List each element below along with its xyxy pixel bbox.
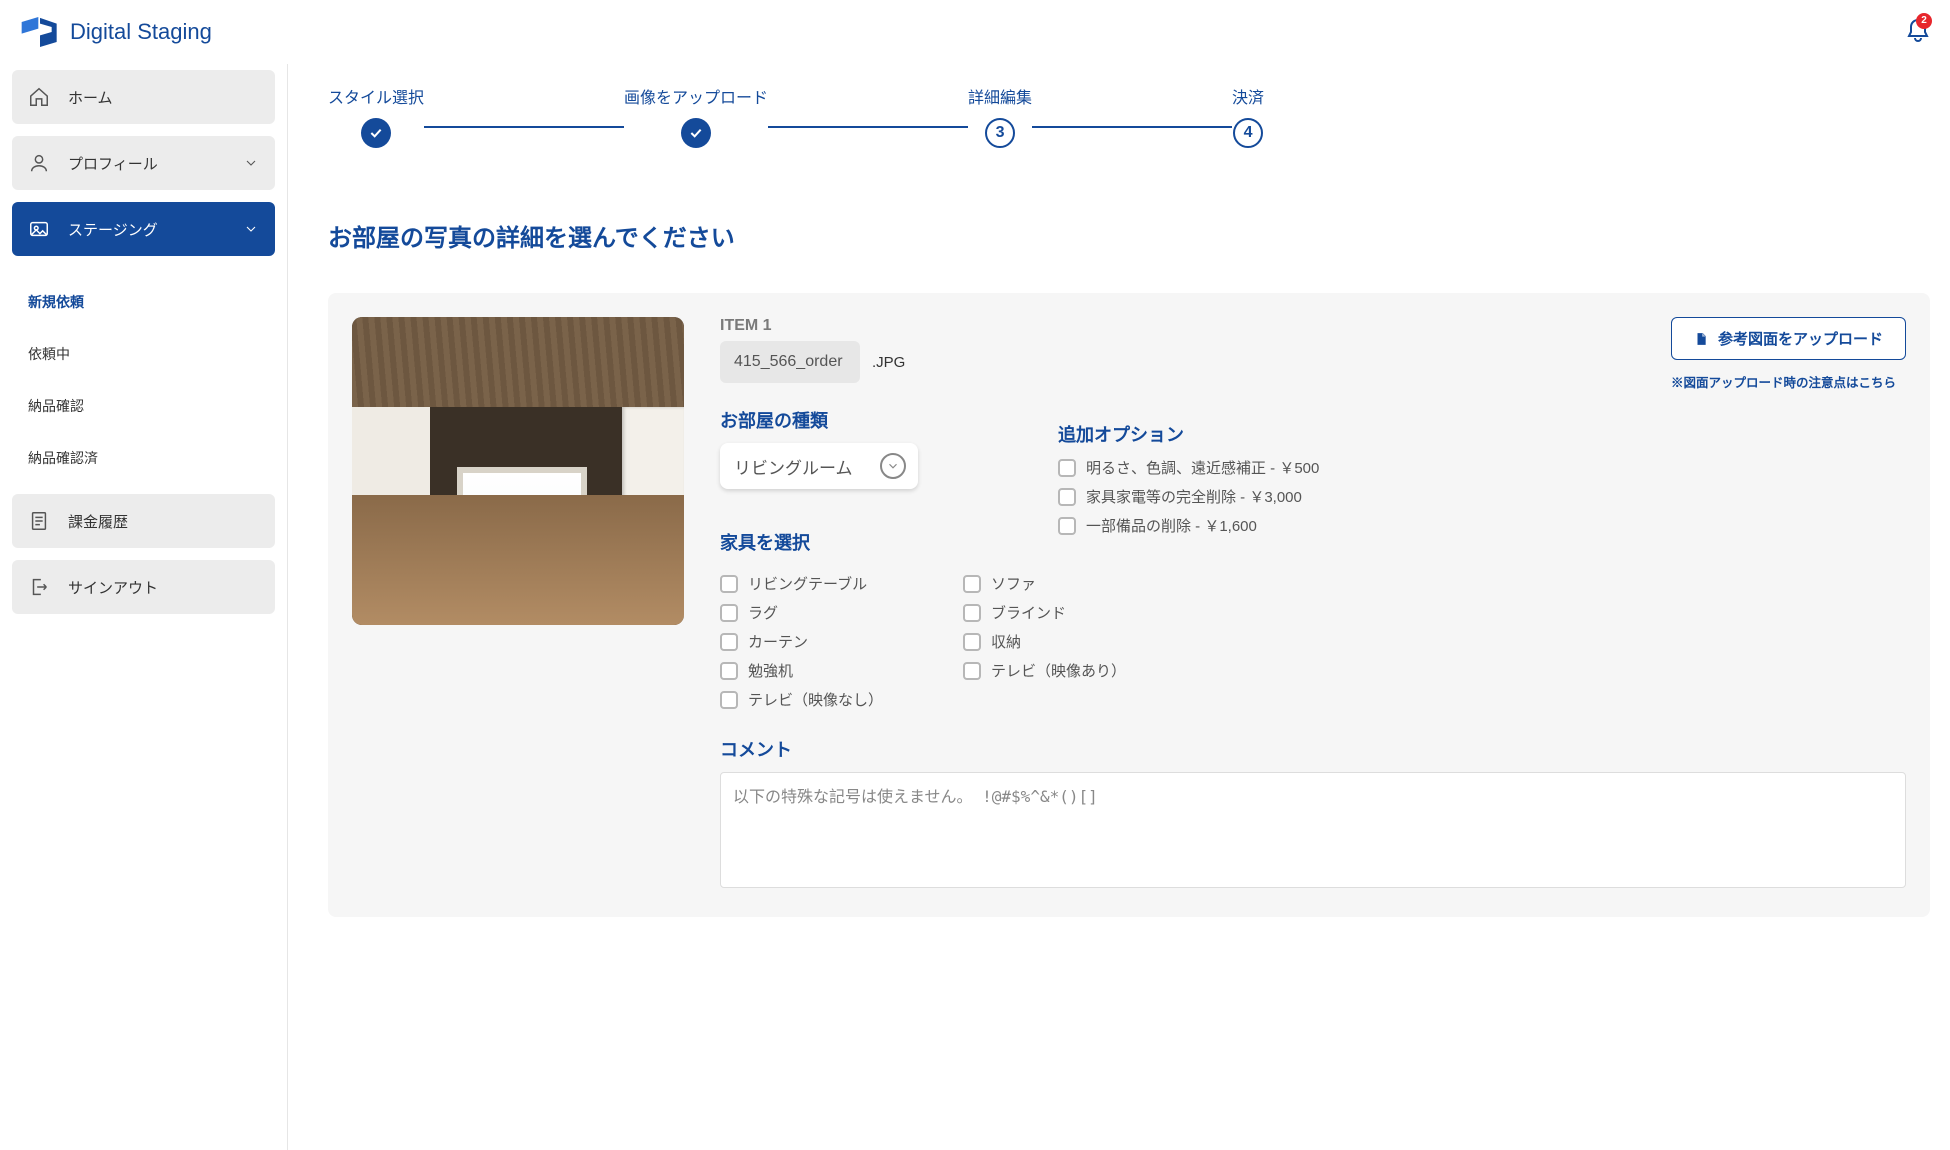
chevron-down-icon [243,155,259,171]
subnav-new-request[interactable]: 新規依頼 [12,276,275,328]
subnav-delivery-check[interactable]: 納品確認 [12,380,275,432]
checkbox[interactable] [1058,488,1076,506]
subnav-delivery-done[interactable]: 納品確認済 [12,432,275,484]
main-content: スタイル選択 画像をアップロード 詳細編集 3 決済 4 [288,64,1950,1150]
sidebar-item-label: ステージング [68,219,158,240]
logo-icon [20,14,60,50]
checkbox-label: リビングテーブル [748,573,867,594]
checkbox-row[interactable]: リビングテーブル [720,573,883,594]
sidebar-item-billing[interactable]: 課金履歴 [12,494,275,548]
sidebar-item-home[interactable]: ホーム [12,70,275,124]
checkbox[interactable] [1058,459,1076,477]
step-label: 画像をアップロード [624,84,768,108]
checkbox-label: 収納 [991,631,1021,652]
step-label: 決済 [1232,84,1264,108]
user-icon [28,152,50,174]
step-done-icon [681,118,711,148]
room-type-value: リビングルーム [734,454,853,479]
filename-chip: 415_566_order [720,341,860,383]
step-label: スタイル選択 [328,84,424,108]
upload-reference-label: 参考図面をアップロード [1718,328,1883,349]
room-thumbnail[interactable] [352,317,684,625]
logo-area: Digital Staging [20,14,212,50]
chevron-down-icon [880,453,906,479]
step-connector [1032,126,1232,128]
step-2: 画像をアップロード [624,84,768,148]
checkbox[interactable] [720,604,738,622]
step-number: 4 [1233,118,1263,148]
checkbox[interactable] [720,691,738,709]
notifications-button[interactable]: 2 [1906,17,1930,48]
step-label: 詳細編集 [968,84,1032,108]
furniture-heading: 家具を選択 [720,529,1020,555]
item-label: ITEM 1 [720,317,1020,335]
notification-badge: 2 [1916,13,1932,29]
checkbox-row[interactable]: 一部備品の削除 - ￥1,600 [1058,515,1906,536]
step-4: 決済 4 [1232,84,1264,148]
checkbox[interactable] [963,604,981,622]
sidebar: ホーム プロフィール ステージング 新規依頼 依頼中 納品確認 納品確認済 課金… [0,64,288,1150]
sidebar-item-label: 課金履歴 [68,511,128,532]
checkbox-label: ラグ [748,602,778,623]
checkbox[interactable] [1058,517,1076,535]
checkbox-label: 家具家電等の完全削除 - ￥3,000 [1086,486,1302,507]
checkbox[interactable] [720,662,738,680]
file-icon [1694,331,1708,347]
staging-subnav: 新規依頼 依頼中 納品確認 納品確認済 [12,268,275,494]
signout-icon [28,576,50,598]
checkbox-row[interactable]: 収納 [963,631,1126,652]
chevron-down-icon [243,221,259,237]
section-title: お部屋の写真の詳細を選んでください [328,218,1930,253]
checkbox[interactable] [963,575,981,593]
upload-reference-button[interactable]: 参考図面をアップロード [1671,317,1906,360]
checkbox-row[interactable]: ソファ [963,573,1126,594]
checkbox-label: テレビ（映像なし） [748,689,883,710]
checkbox[interactable] [963,662,981,680]
checkbox-label: 一部備品の削除 - ￥1,600 [1086,515,1257,536]
additional-options-heading: 追加オプション [1058,421,1906,447]
item-card: ITEM 1 415_566_order .JPG お部屋の種類 リビングルーム [328,293,1930,917]
sidebar-item-label: プロフィール [68,153,158,174]
checkbox-label: 明るさ、色調、遠近感補正 - ￥500 [1086,457,1319,478]
checkbox-label: カーテン [748,631,808,652]
checkbox-row[interactable]: ラグ [720,602,883,623]
sidebar-item-staging[interactable]: ステージング [12,202,275,256]
file-extension: .JPG [872,354,905,371]
comment-textarea[interactable] [720,772,1906,888]
step-done-icon [361,118,391,148]
subnav-in-progress[interactable]: 依頼中 [12,328,275,380]
checkbox[interactable] [720,633,738,651]
step-connector [424,126,624,128]
sidebar-item-profile[interactable]: プロフィール [12,136,275,190]
step-connector [768,126,968,128]
checkbox-row[interactable]: 家具家電等の完全削除 - ￥3,000 [1058,486,1906,507]
checkbox-row[interactable]: テレビ（映像なし） [720,689,883,710]
checkbox-row[interactable]: ブラインド [963,602,1126,623]
checkbox[interactable] [963,633,981,651]
step-3: 詳細編集 3 [968,84,1032,148]
comment-heading: コメント [720,736,1906,762]
step-1: スタイル選択 [328,84,424,148]
checkbox-label: ソファ [991,573,1036,594]
room-type-heading: お部屋の種類 [720,407,1020,433]
checkbox-label: テレビ（映像あり） [991,660,1126,681]
checkbox-row[interactable]: 勉強机 [720,660,883,681]
stepper: スタイル選択 画像をアップロード 詳細編集 3 決済 4 [328,84,1930,148]
checkbox-row[interactable]: テレビ（映像あり） [963,660,1126,681]
step-number: 3 [985,118,1015,148]
sidebar-item-signout[interactable]: サインアウト [12,560,275,614]
receipt-icon [28,510,50,532]
checkbox-label: ブラインド [991,602,1066,623]
image-icon [28,218,50,240]
upload-note-link[interactable]: ※図面アップロード時の注意点はこちら [1671,372,1906,391]
home-icon [28,86,50,108]
checkbox-label: 勉強机 [748,660,793,681]
checkbox-row[interactable]: カーテン [720,631,883,652]
checkbox[interactable] [720,575,738,593]
app-title: Digital Staging [70,19,212,45]
sidebar-item-label: ホーム [68,87,113,108]
sidebar-item-label: サインアウト [68,577,158,598]
checkbox-row[interactable]: 明るさ、色調、遠近感補正 - ￥500 [1058,457,1906,478]
room-type-select[interactable]: リビングルーム [720,443,918,489]
